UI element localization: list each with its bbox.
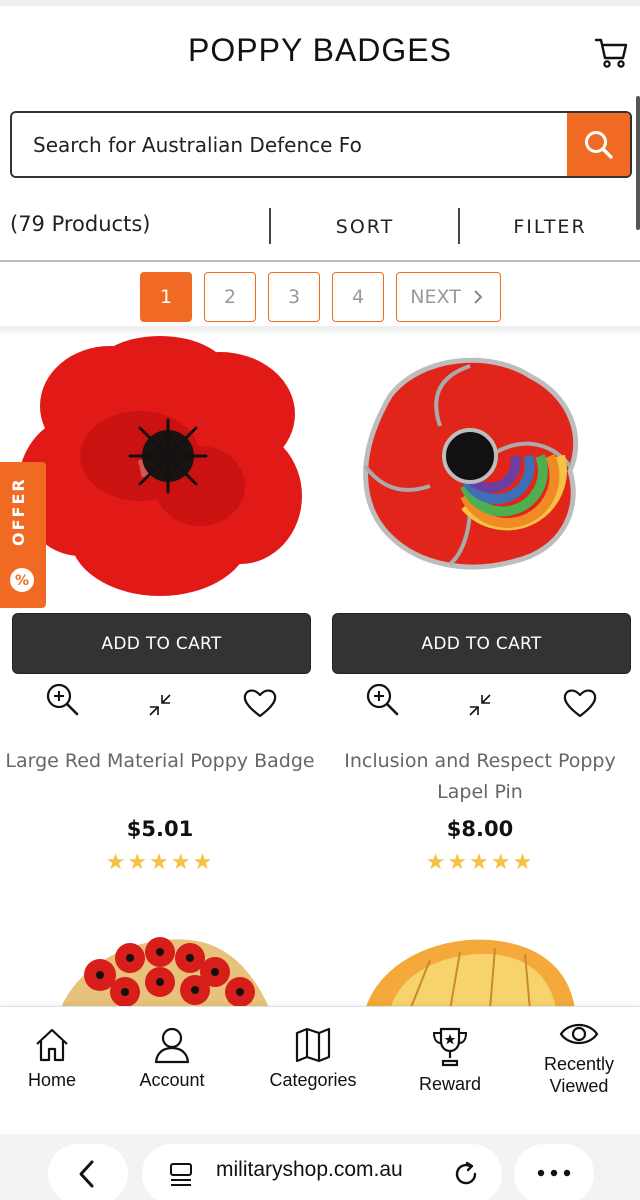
compare-icon[interactable] bbox=[466, 691, 494, 719]
zoom-in-icon[interactable] bbox=[44, 681, 80, 717]
browser-url: militaryshop.com.au bbox=[216, 1158, 403, 1181]
bottom-navigation: Home Account Categories Reward Recently … bbox=[0, 1006, 640, 1134]
page-2-button[interactable]: 2 bbox=[204, 272, 256, 322]
product-image-peek[interactable] bbox=[320, 930, 640, 1010]
next-page-button[interactable]: NEXT bbox=[396, 272, 501, 322]
nav-label: Home bbox=[27, 1070, 76, 1090]
offer-tab[interactable]: OFFER % bbox=[0, 462, 46, 608]
chevron-right-icon bbox=[474, 290, 483, 304]
filter-button[interactable]: FILTER bbox=[460, 216, 640, 238]
divider bbox=[0, 326, 640, 336]
page-3-button[interactable]: 3 bbox=[268, 272, 320, 322]
nav-label: Reward bbox=[418, 1074, 482, 1094]
nav-home[interactable]: Home bbox=[22, 1025, 82, 1091]
zoom-in-icon[interactable] bbox=[364, 681, 400, 717]
nav-label: Categories bbox=[269, 1070, 357, 1090]
search-button[interactable] bbox=[567, 113, 630, 176]
wishlist-heart-icon[interactable] bbox=[562, 687, 598, 719]
offer-label: OFFER bbox=[9, 477, 28, 546]
browser-back-button[interactable] bbox=[48, 1144, 128, 1200]
svg-text:%: % bbox=[15, 573, 29, 589]
product-rating-stars: ★★★★★ bbox=[425, 850, 535, 875]
add-to-cart-button[interactable]: ADD TO CART bbox=[332, 613, 631, 674]
search-icon bbox=[584, 130, 613, 159]
chevron-left-icon bbox=[79, 1160, 94, 1188]
divider bbox=[269, 208, 271, 244]
page-title: POPPY BADGES bbox=[188, 32, 452, 68]
product-price: $5.01 bbox=[126, 817, 194, 841]
page-4-button[interactable]: 4 bbox=[332, 272, 384, 322]
product-name[interactable]: Inclusion and Respect Poppy Lapel Pin bbox=[320, 746, 640, 808]
product-name[interactable]: Large Red Material Poppy Badge bbox=[0, 746, 320, 777]
product-image-peek[interactable] bbox=[0, 930, 320, 1010]
user-icon bbox=[154, 1027, 190, 1064]
divider bbox=[0, 260, 640, 262]
page-header: POPPY BADGES bbox=[0, 6, 640, 98]
home-icon bbox=[36, 1028, 68, 1062]
product-count: (79 Products) bbox=[10, 212, 151, 236]
browser-address-bar[interactable]: militaryshop.com.au bbox=[142, 1144, 502, 1200]
nav-label: Viewed bbox=[549, 1076, 609, 1096]
trophy-icon bbox=[432, 1027, 468, 1067]
search-input[interactable] bbox=[12, 113, 567, 176]
product-actions bbox=[0, 681, 320, 727]
eye-icon bbox=[559, 1023, 599, 1045]
next-label: NEXT bbox=[410, 286, 461, 308]
compare-icon[interactable] bbox=[146, 691, 174, 719]
page-1-button[interactable]: 1 bbox=[140, 272, 192, 322]
product-actions bbox=[320, 681, 640, 727]
cart-icon[interactable] bbox=[594, 34, 630, 70]
reload-icon[interactable] bbox=[452, 1160, 480, 1188]
nav-reward[interactable]: Reward bbox=[412, 1025, 488, 1095]
nav-account[interactable]: Account bbox=[132, 1025, 212, 1091]
tabs-icon bbox=[170, 1163, 192, 1186]
search-bar bbox=[10, 111, 632, 178]
product-image-rainbow-poppy[interactable] bbox=[320, 336, 630, 606]
product-price: $8.00 bbox=[446, 817, 514, 841]
nav-recently-viewed[interactable]: Recently Viewed bbox=[532, 1019, 626, 1097]
map-icon bbox=[295, 1027, 331, 1063]
product-image-red-poppy[interactable] bbox=[0, 336, 310, 606]
percent-icon: % bbox=[10, 568, 34, 592]
sort-button[interactable]: SORT bbox=[272, 216, 458, 238]
browser-toolbar: militaryshop.com.au bbox=[0, 1134, 640, 1200]
add-to-cart-button[interactable]: ADD TO CART bbox=[12, 613, 311, 674]
browser-more-button[interactable] bbox=[514, 1144, 594, 1200]
results-toolbar: (79 Products) SORT FILTER bbox=[0, 196, 640, 258]
product-rating-stars: ★★★★★ bbox=[105, 850, 215, 875]
more-dots-icon bbox=[537, 1169, 571, 1177]
nav-categories[interactable]: Categories bbox=[262, 1025, 364, 1091]
nav-label: Recently bbox=[543, 1054, 615, 1074]
pagination: 1 2 3 4 NEXT bbox=[0, 272, 640, 324]
wishlist-heart-icon[interactable] bbox=[242, 687, 278, 719]
nav-label: Account bbox=[139, 1070, 205, 1090]
